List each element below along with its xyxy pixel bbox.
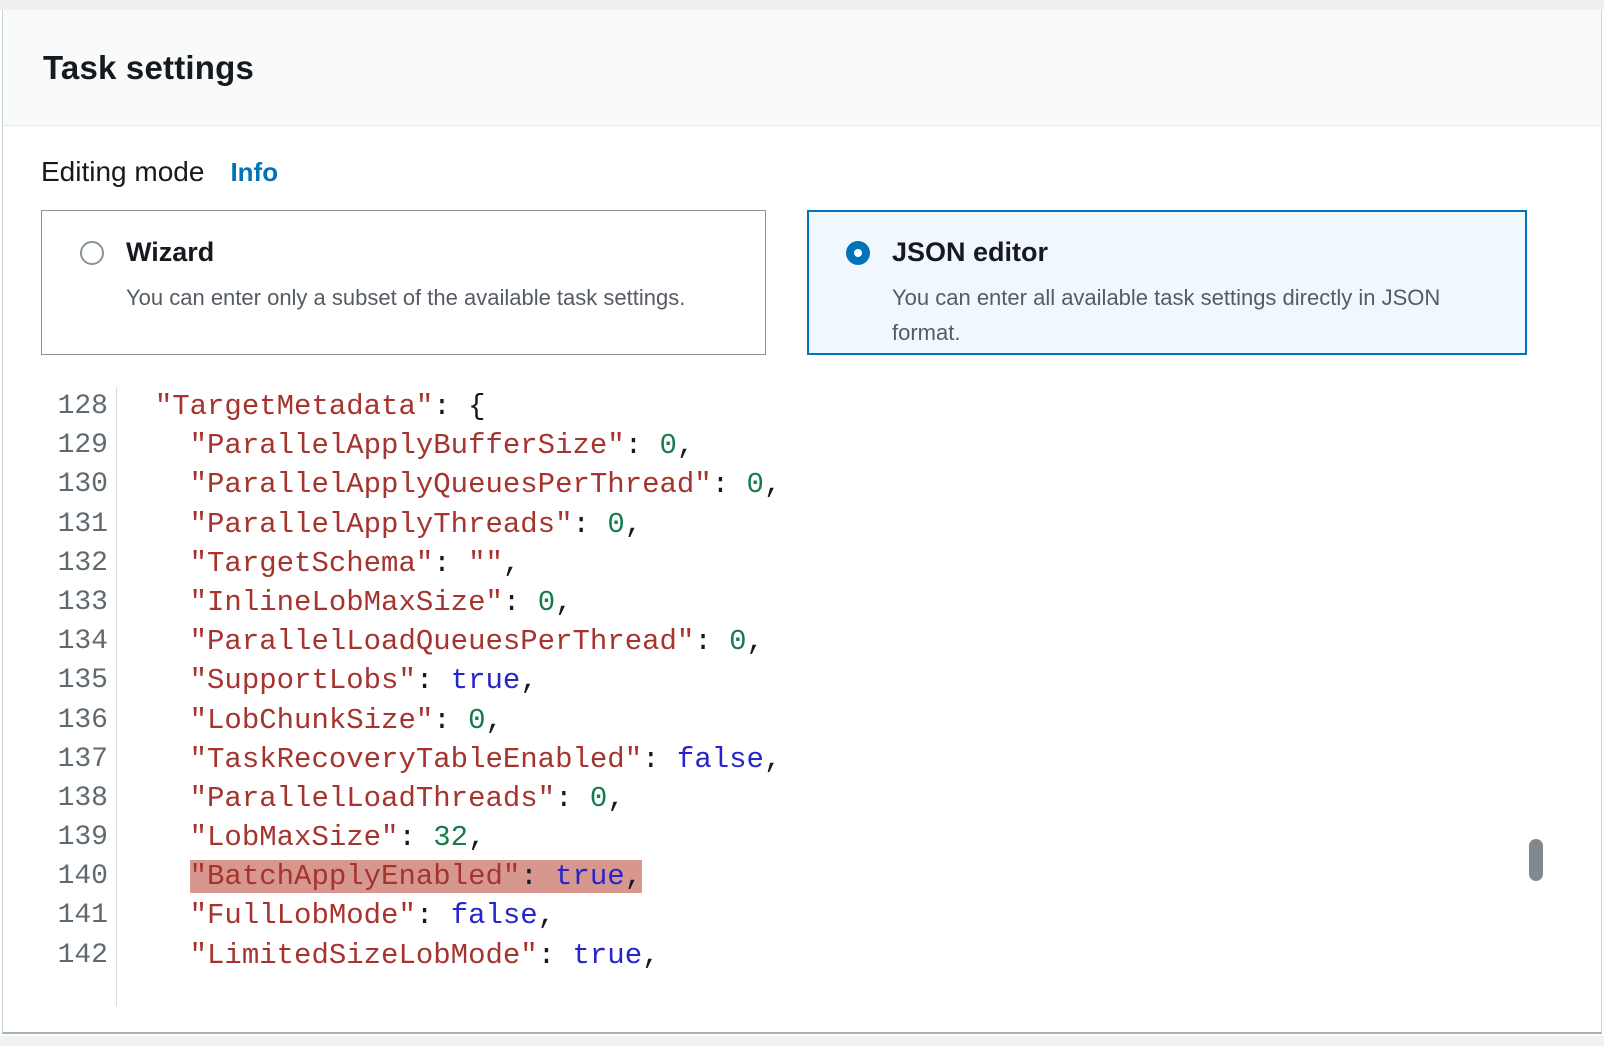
line-number: 141 <box>43 896 116 935</box>
line-number: 139 <box>43 818 116 857</box>
line-number: 142 <box>43 936 116 975</box>
gutter-separator <box>116 387 117 1006</box>
editing-mode-label: Editing mode <box>41 156 204 188</box>
code-lines: 128 "TargetMetadata": {129 "ParallelAppl… <box>43 387 1563 975</box>
json-editor-radio-button[interactable] <box>846 241 870 265</box>
line-number: 140 <box>43 857 116 896</box>
json-editor-label: JSON editor <box>892 237 1048 268</box>
line-number: 135 <box>43 661 116 700</box>
line-number: 137 <box>43 740 116 779</box>
wizard-option-head: Wizard <box>80 237 741 268</box>
panel-header: Task settings <box>3 10 1601 126</box>
info-link[interactable]: Info <box>230 157 278 188</box>
code-line[interactable]: 128 "TargetMetadata": { <box>43 387 1563 426</box>
json-editor-description: You can enter all available task setting… <box>892 280 1502 350</box>
code-line[interactable]: 133 "InlineLobMaxSize": 0, <box>43 583 1563 622</box>
editing-mode-options: Wizard You can enter only a subset of th… <box>41 210 1563 355</box>
option-card-json-editor[interactable]: JSON editor You can enter all available … <box>807 210 1527 355</box>
line-number: 129 <box>43 426 116 465</box>
code-line-text: "SupportLobs": true, <box>116 661 538 700</box>
line-number: 138 <box>43 779 116 818</box>
json-editor-option-head: JSON editor <box>846 237 1502 268</box>
editing-mode-row: Editing mode Info <box>41 156 1563 188</box>
line-number: 136 <box>43 701 116 740</box>
line-number: 133 <box>43 583 116 622</box>
code-line-text: "ParallelApplyQueuesPerThread": 0, <box>116 465 781 504</box>
code-line-text: "LimitedSizeLobMode": true, <box>116 936 660 975</box>
code-line[interactable]: 138 "ParallelLoadThreads": 0, <box>43 779 1563 818</box>
page-bottom-strip <box>0 1036 1604 1046</box>
line-number: 132 <box>43 544 116 583</box>
option-card-wizard[interactable]: Wizard You can enter only a subset of th… <box>41 210 766 355</box>
wizard-description: You can enter only a subset of the avail… <box>126 280 741 315</box>
code-line-text: "InlineLobMaxSize": 0, <box>116 583 573 622</box>
panel-body: Editing mode Info Wizard You can enter o… <box>3 126 1601 1006</box>
panel-title: Task settings <box>43 49 254 87</box>
code-line-text: "BatchApplyEnabled": true, <box>116 857 642 896</box>
code-line[interactable]: 136 "LobChunkSize": 0, <box>43 701 1563 740</box>
task-settings-panel: Task settings Editing mode Info Wizard Y… <box>2 10 1602 1034</box>
code-line[interactable]: 132 "TargetSchema": "", <box>43 544 1563 583</box>
code-line[interactable]: 141 "FullLobMode": false, <box>43 896 1563 935</box>
code-line-text: "ParallelLoadThreads": 0, <box>116 779 625 818</box>
code-line[interactable]: 140 "BatchApplyEnabled": true, <box>43 857 1563 896</box>
json-code-editor[interactable]: 128 "TargetMetadata": {129 "ParallelAppl… <box>43 387 1563 1006</box>
code-line[interactable]: 129 "ParallelApplyBufferSize": 0, <box>43 426 1563 465</box>
code-line-text: "ParallelApplyThreads": 0, <box>116 505 642 544</box>
code-line-text: "LobMaxSize": 32, <box>116 818 486 857</box>
line-number: 131 <box>43 505 116 544</box>
line-number: 134 <box>43 622 116 661</box>
code-line[interactable]: 135 "SupportLobs": true, <box>43 661 1563 700</box>
code-line-text: "TaskRecoveryTableEnabled": false, <box>116 740 781 779</box>
code-line[interactable]: 137 "TaskRecoveryTableEnabled": false, <box>43 740 1563 779</box>
code-line-text: "FullLobMode": false, <box>116 896 555 935</box>
code-line[interactable]: 130 "ParallelApplyQueuesPerThread": 0, <box>43 465 1563 504</box>
code-line[interactable]: 142 "LimitedSizeLobMode": true, <box>43 936 1563 975</box>
wizard-label: Wizard <box>126 237 214 268</box>
line-number: 128 <box>43 387 116 426</box>
code-line-text: "TargetSchema": "", <box>116 544 520 583</box>
line-number: 130 <box>43 465 116 504</box>
code-line[interactable]: 139 "LobMaxSize": 32, <box>43 818 1563 857</box>
page-top-strip <box>0 0 1604 10</box>
code-line[interactable]: 131 "ParallelApplyThreads": 0, <box>43 505 1563 544</box>
wizard-radio-button[interactable] <box>80 241 104 265</box>
code-line-text: "TargetMetadata": { <box>116 387 485 426</box>
code-line-text: "ParallelApplyBufferSize": 0, <box>116 426 694 465</box>
code-line-text: "ParallelLoadQueuesPerThread": 0, <box>116 622 764 661</box>
code-line[interactable]: 134 "ParallelLoadQueuesPerThread": 0, <box>43 622 1563 661</box>
editor-scrollbar-thumb[interactable] <box>1529 839 1543 881</box>
code-line-text: "LobChunkSize": 0, <box>116 701 503 740</box>
